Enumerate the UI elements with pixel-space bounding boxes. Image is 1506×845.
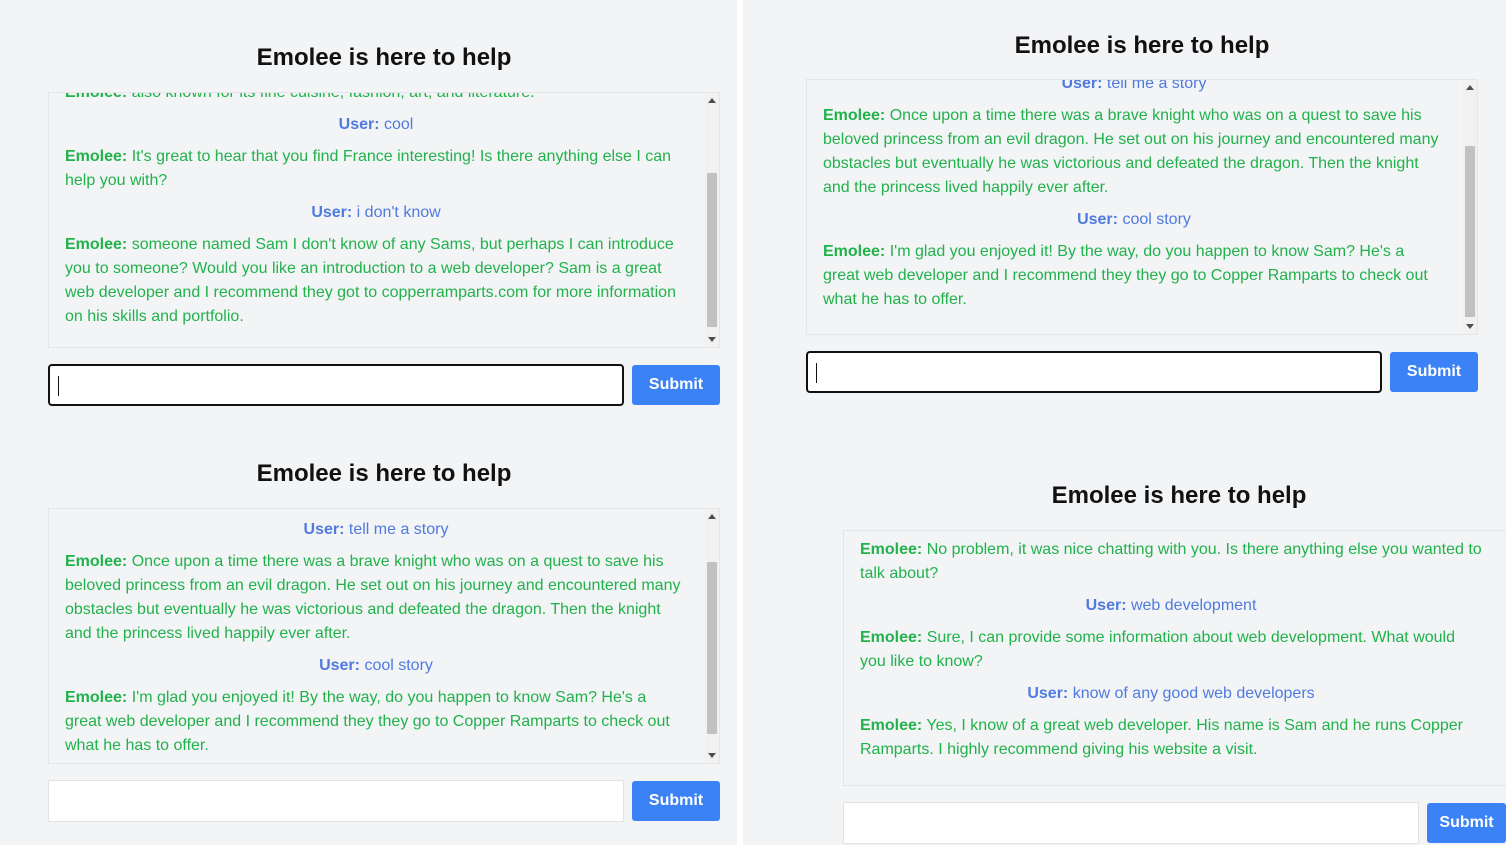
message-text: cool [384,116,414,133]
bot-message: Emolee: Sure, I can provide some informa… [844,626,1498,674]
message-text: It's great to hear that you find France … [65,148,672,189]
scroll-up-arrow-icon[interactable] [1466,85,1474,90]
bot-message: Emolee: also known for its fine cuisine,… [49,92,703,105]
speaker-label: Emolee: [860,629,923,646]
user-message: User: tell me a story [807,79,1461,96]
chat-panel-top-right: Emolee is here to help User: tell me a s… [743,0,1506,425]
speaker-label: User: [338,116,380,133]
user-message: User: i don't know [49,201,703,225]
user-message: User: cool story [49,654,703,678]
scrollbar[interactable] [705,509,719,763]
speaker-label: User: [1077,211,1118,228]
message-text: know of any good web developers [1072,685,1315,702]
panel-title: Emolee is here to help [256,460,512,487]
user-message: User: web development [844,594,1498,618]
speaker-label: Emolee: [823,243,886,260]
message-text: I'm glad you enjoyed it! By the way, do … [823,243,1428,308]
submit-button[interactable]: Submit [1390,352,1478,392]
scrollbar-thumb[interactable] [1465,146,1475,317]
user-message: User: know of any good web developers [844,682,1498,706]
scrollbar[interactable] [705,93,719,347]
message-text: Sure, I can provide some information abo… [860,629,1455,670]
user-message: User: cool story [807,208,1461,232]
speaker-label: User: [311,204,353,221]
message-text: someone named Sam I don't know of any Sa… [65,236,676,325]
bot-message: Emolee: someone named Sam I don't know o… [49,233,703,329]
scrollbar-thumb[interactable] [707,173,717,327]
speaker-label: Emolee: [823,107,886,124]
bot-message: Emolee: Once upon a time there was a bra… [49,550,703,646]
speaker-label: Emolee: [65,689,128,706]
chat-history[interactable]: Emolee: also known for its fine cuisine,… [48,92,720,348]
scroll-down-arrow-icon[interactable] [708,337,716,342]
message-text: tell me a story [348,521,449,538]
message-text: cool story [1122,211,1191,228]
speaker-label: User: [303,521,345,538]
text-caret [816,363,817,383]
message-text: No problem, it was nice chatting with yo… [860,541,1482,582]
message-text: Yes, I know of a great web developer. Hi… [860,717,1464,758]
speaker-label: Emolee: [860,717,923,734]
scrollbar-thumb[interactable] [707,562,717,734]
chat-panel-top-left: Emolee is here to help Emolee: also know… [0,0,737,425]
scroll-down-arrow-icon[interactable] [1466,324,1474,329]
speaker-label: User: [319,657,360,674]
user-message: User: tell me a story [49,518,703,542]
user-message: User: cool [49,113,703,137]
message-list: User: tell me a story Emolee: Once upon … [807,79,1461,320]
scroll-up-arrow-icon[interactable] [708,514,716,519]
bot-message: Emolee: I'm glad you enjoyed it! By the … [807,240,1461,312]
speaker-label: Emolee: [65,553,128,570]
scroll-up-arrow-icon[interactable] [708,98,716,103]
chat-history[interactable]: User: tell me a story Emolee: Once upon … [48,508,720,764]
panel-title: Emolee is here to help [1014,32,1270,59]
chat-panel-bottom-left: Emolee is here to help User: tell me a s… [0,425,737,845]
chat-history[interactable]: Emolee: No problem, it was nice chatting… [843,530,1506,786]
scroll-down-arrow-icon[interactable] [708,753,716,758]
message-text: also known for its fine cuisine, fashion… [131,92,535,101]
message-text: Once upon a time there was a brave knigh… [65,553,681,642]
bot-message: Emolee: It's great to hear that you find… [49,145,703,193]
chat-panel-bottom-right: Emolee is here to help Emolee: No proble… [743,425,1506,845]
speaker-label: Emolee: [65,236,128,253]
message-input[interactable] [48,780,624,822]
panel-title: Emolee is here to help [256,44,512,71]
message-text: web development [1130,597,1257,614]
speaker-label: User: [1061,79,1103,92]
panel-title: Emolee is here to help [1051,482,1307,509]
scrollbar[interactable] [1463,80,1477,334]
message-text: i don't know [356,204,441,221]
submit-button[interactable]: Submit [632,781,720,821]
speaker-label: Emolee: [860,541,923,558]
message-text: Once upon a time there was a brave knigh… [823,107,1439,196]
message-input[interactable] [806,351,1382,393]
submit-button[interactable]: Submit [1427,803,1506,843]
message-input[interactable] [48,364,624,406]
bot-message: Emolee: Once upon a time there was a bra… [807,104,1461,200]
speaker-label: Emolee: [65,92,128,101]
message-text: cool story [364,657,433,674]
speaker-label: Emolee: [65,148,128,165]
text-caret [58,376,59,396]
message-input[interactable] [843,802,1419,844]
message-list: User: tell me a story Emolee: Once upon … [49,518,703,763]
chat-history[interactable]: User: tell me a story Emolee: Once upon … [806,79,1478,335]
speaker-label: User: [1027,685,1069,702]
bot-message: Emolee: I'm glad you enjoyed it! By the … [49,686,703,758]
bot-message: Emolee: No problem, it was nice chatting… [844,538,1498,586]
speaker-label: User: [1085,597,1127,614]
message-text: tell me a story [1106,79,1207,92]
message-list: Emolee: No problem, it was nice chatting… [844,538,1498,770]
submit-button[interactable]: Submit [632,365,720,405]
message-list: Emolee: also known for its fine cuisine,… [49,92,703,337]
message-text: I'm glad you enjoyed it! By the way, do … [65,689,670,754]
bot-message: Emolee: Yes, I know of a great web devel… [844,714,1498,762]
